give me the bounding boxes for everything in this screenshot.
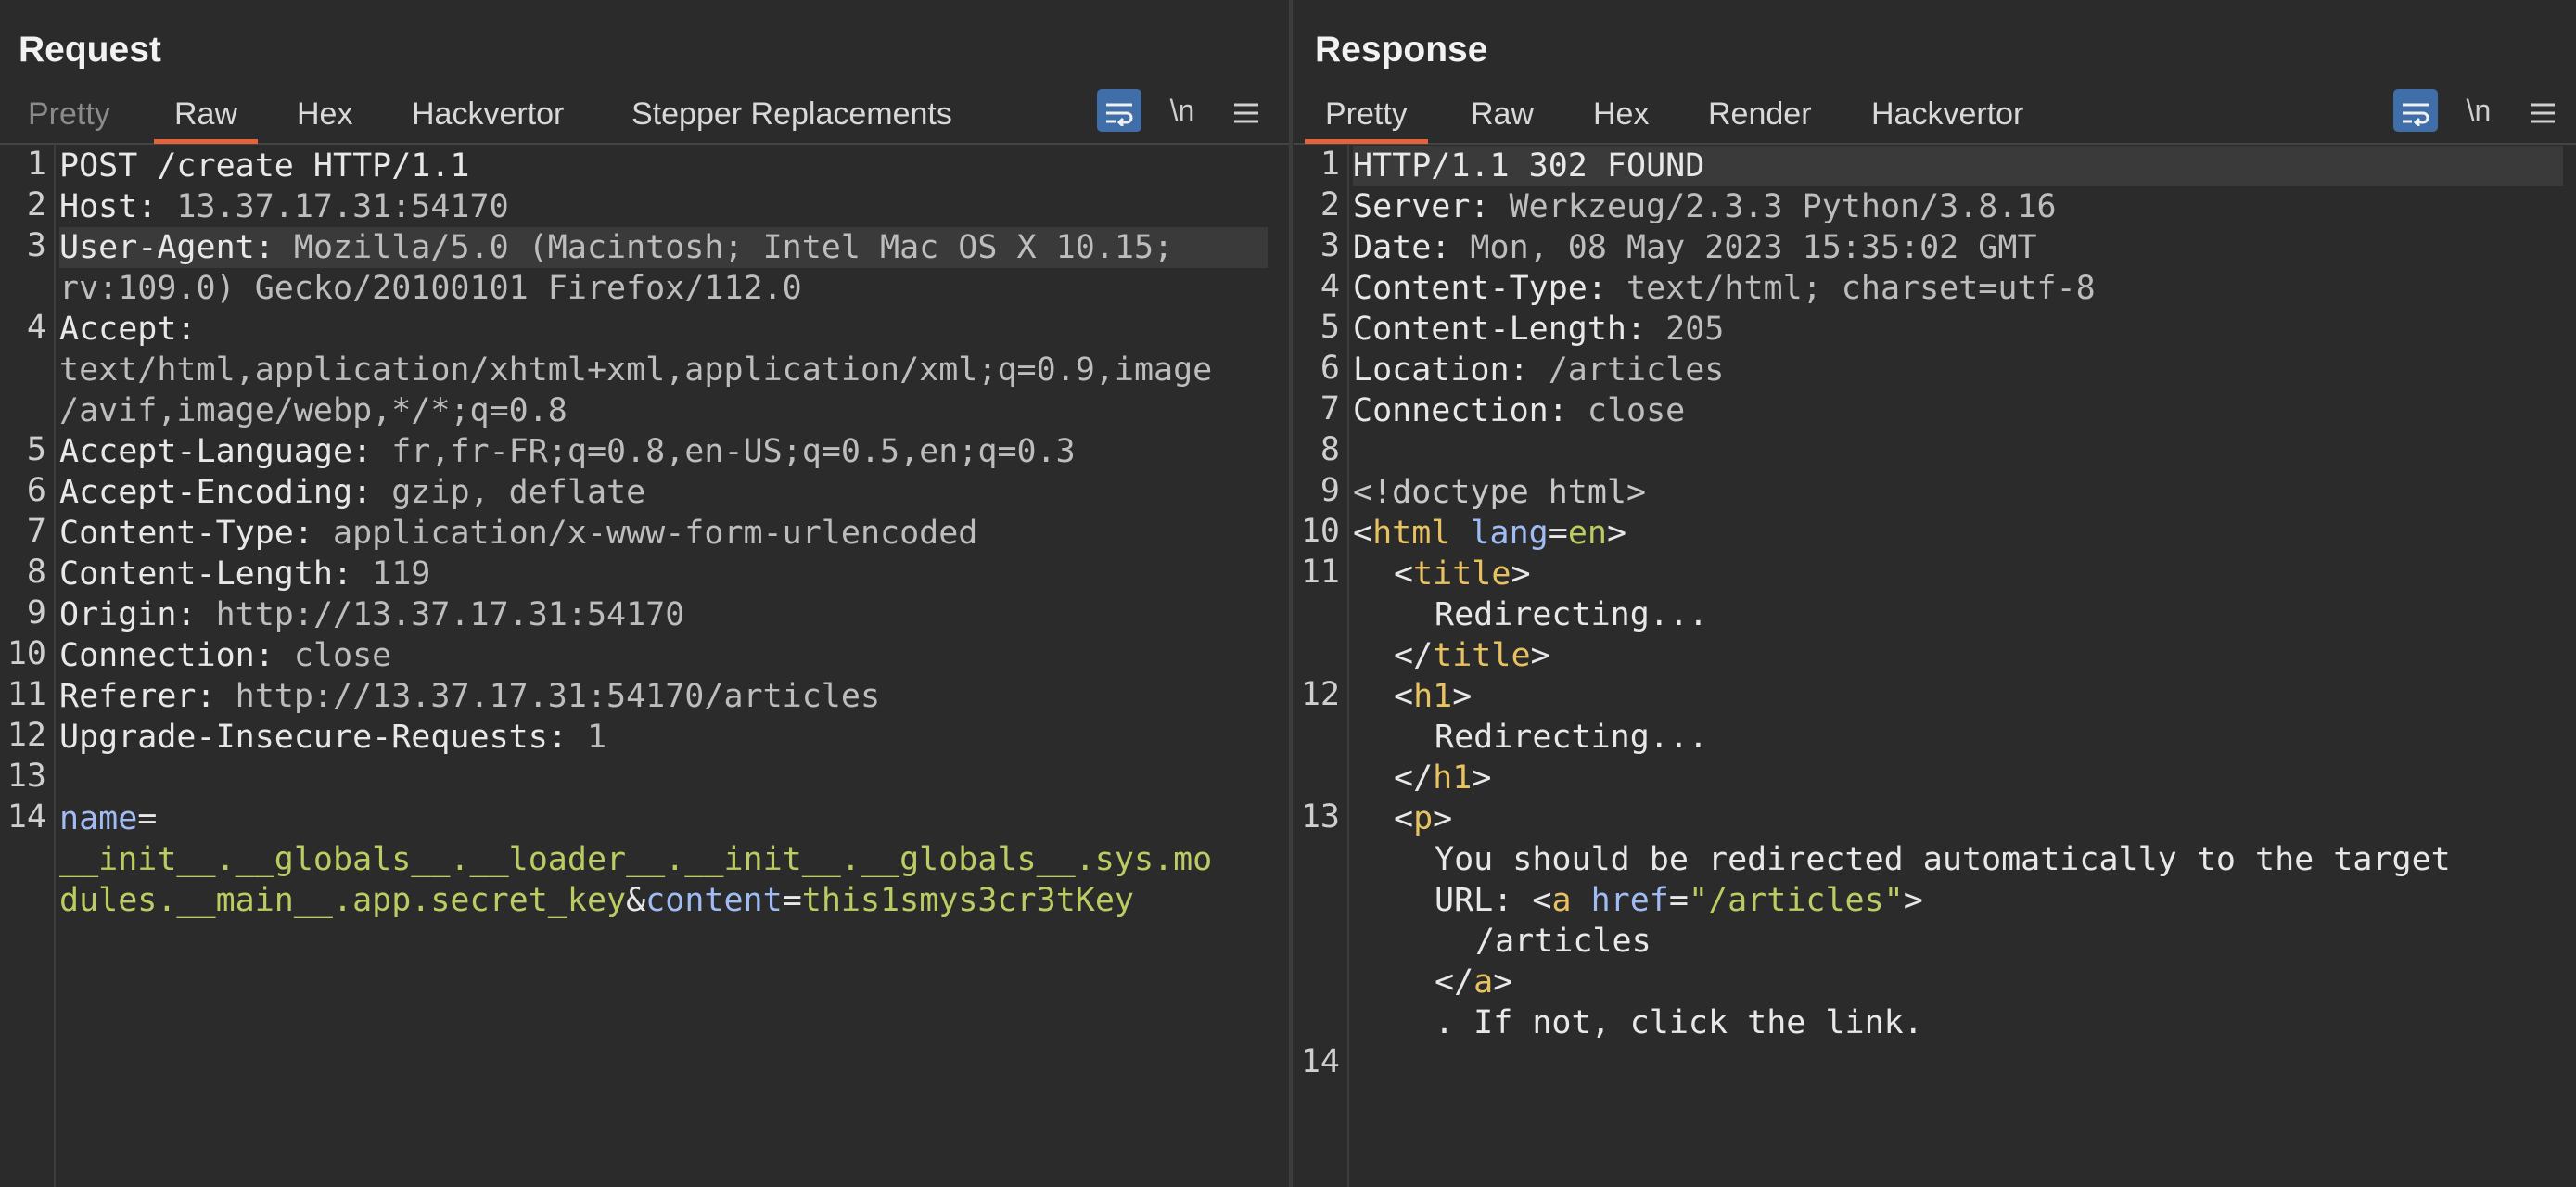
line-number: 9 — [1320, 472, 1340, 509]
header-line: Date: Mon, 08 May 2023 15:35:02 GMT — [1353, 229, 2037, 266]
line-number: 2 — [1320, 186, 1340, 223]
line-number: 7 — [1320, 390, 1340, 428]
header-line: Accept-Language: fr,fr-FR;q=0.8,en-US;q=… — [59, 433, 1076, 470]
p-text: You should be redirected automatically t… — [1435, 841, 2451, 878]
header-line: Connection: close — [1353, 392, 1686, 429]
body-param-value: __init__.__globals__.__loader__.__init__… — [59, 841, 1213, 878]
h1-close-tag: </h1> — [1394, 759, 1492, 797]
line-number: 6 — [26, 472, 46, 509]
anchor-text: /articles — [1475, 923, 1651, 960]
line-number: 7 — [26, 513, 46, 550]
title-open-tag: <title> — [1394, 555, 1531, 593]
title-close-tag: </title> — [1394, 637, 1550, 674]
header-line: Host: 13.37.17.31:54170 — [59, 188, 509, 225]
body-param-line: name= — [59, 800, 158, 837]
p-anchor-line: URL: <a href="/articles"> — [1435, 882, 1923, 919]
header-line: Accept: — [59, 311, 197, 348]
line-number: 10 — [6, 635, 46, 672]
tab-raw[interactable]: Raw — [153, 87, 259, 144]
header-line: Server: Werkzeug/2.3.3 Python/3.8.16 — [1353, 188, 2057, 225]
hamburger-menu-icon[interactable] — [1224, 89, 1269, 132]
header-line: Content-Type: application/x-www-form-url… — [59, 515, 978, 552]
line-number: 11 — [6, 676, 46, 713]
line-number: 13 — [6, 758, 46, 795]
header-line-continued: rv:109.0) Gecko/20100101 Firefox/112.0 — [59, 270, 802, 307]
line-number: 12 — [1300, 676, 1340, 713]
header-line-continued: /avif,image/webp,*/*;q=0.8 — [59, 392, 567, 429]
line-number: 4 — [26, 309, 46, 346]
request-title: Request — [19, 30, 161, 70]
line-number: 5 — [26, 431, 46, 468]
status-line: HTTP/1.1 302 FOUND — [1353, 146, 2563, 186]
line-number: 3 — [1320, 227, 1340, 264]
line-number: 12 — [6, 717, 46, 754]
tab-raw[interactable]: Raw — [1471, 87, 1534, 141]
tab-stepper-replacements[interactable]: Stepper Replacements — [631, 87, 952, 141]
tab-render[interactable]: Render — [1708, 87, 1812, 141]
wrap-icon[interactable] — [1097, 89, 1141, 132]
header-line-continued: text/html,application/xhtml+xml,applicat… — [59, 351, 1213, 389]
tab-hex[interactable]: Hex — [1593, 87, 1649, 141]
hamburger-menu-icon[interactable] — [2520, 89, 2565, 132]
tab-pretty[interactable]: Pretty — [28, 87, 110, 141]
header-line: Referer: http://13.37.17.31:54170/articl… — [59, 678, 881, 715]
h1-open-tag: <h1> — [1394, 678, 1473, 715]
wrap-icon[interactable] — [2393, 89, 2438, 132]
line-number: 3 — [26, 227, 46, 264]
response-tabs: Pretty Raw Hex Render Hackvertor — [1294, 87, 2576, 145]
line-number: 10 — [1300, 513, 1340, 550]
header-line: Content-Length: 119 — [59, 555, 431, 593]
line-number: 8 — [1320, 431, 1340, 468]
title-text: Redirecting... — [1435, 596, 1709, 633]
header-line: Location: /articles — [1353, 351, 1725, 389]
line-number: 14 — [1300, 1043, 1340, 1080]
tab-pretty[interactable]: Pretty — [1305, 87, 1428, 144]
a-close-tag: </a> — [1435, 964, 1513, 1001]
body-param-value-continued: dules.__main__.app.secret_key&content=th… — [59, 882, 1134, 919]
header-line: Accept-Encoding: gzip, deflate — [59, 474, 646, 511]
response-title: Response — [1315, 30, 1488, 70]
line-number: 5 — [1320, 309, 1340, 346]
header-line: Upgrade-Insecure-Requests: 1 — [59, 719, 607, 756]
header-line: Connection: close — [59, 637, 392, 674]
header-line: Content-Length: 205 — [1353, 311, 1725, 348]
line-number: 8 — [26, 554, 46, 591]
header-line: Content-Type: text/html; charset=utf-8 — [1353, 270, 2096, 307]
line-number: 9 — [26, 594, 46, 632]
request-pane: Request Pretty Raw Hex Hackvertor Steppe… — [0, 0, 1289, 1187]
newline-toggle[interactable]: \n — [2456, 89, 2501, 132]
line-number: 1 — [26, 146, 46, 183]
request-line: POST /create HTTP/1.1 — [59, 147, 470, 185]
h1-text: Redirecting... — [1435, 719, 1709, 756]
line-number: 6 — [1320, 350, 1340, 387]
doctype-line: <!doctype html> — [1353, 474, 1647, 511]
header-line: Origin: http://13.37.17.31:54170 — [59, 596, 685, 633]
tab-hex[interactable]: Hex — [297, 87, 352, 141]
line-number: 4 — [1320, 268, 1340, 305]
p-open-tag: <p> — [1394, 800, 1453, 837]
line-number: 2 — [26, 186, 46, 223]
response-pane: Response Pretty Raw Hex Render Hackverto… — [1294, 0, 2576, 1187]
tab-hackvertor[interactable]: Hackvertor — [412, 87, 564, 141]
pane-divider[interactable] — [1289, 0, 1293, 1187]
newline-toggle[interactable]: \n — [1160, 89, 1205, 132]
line-number: 1 — [1320, 146, 1340, 183]
p-trailing-text: . If not, click the link. — [1435, 1004, 1923, 1041]
request-tabs: Pretty Raw Hex Hackvertor Stepper Replac… — [0, 87, 1289, 145]
line-number: 14 — [6, 798, 46, 836]
line-number: 13 — [1300, 798, 1340, 836]
tab-hackvertor[interactable]: Hackvertor — [1871, 87, 2023, 141]
html-open-tag: <html lang=en> — [1353, 515, 1627, 552]
header-line: User-Agent: Mozilla/5.0 (Macintosh; Inte… — [59, 227, 1268, 268]
line-number: 11 — [1300, 554, 1340, 591]
